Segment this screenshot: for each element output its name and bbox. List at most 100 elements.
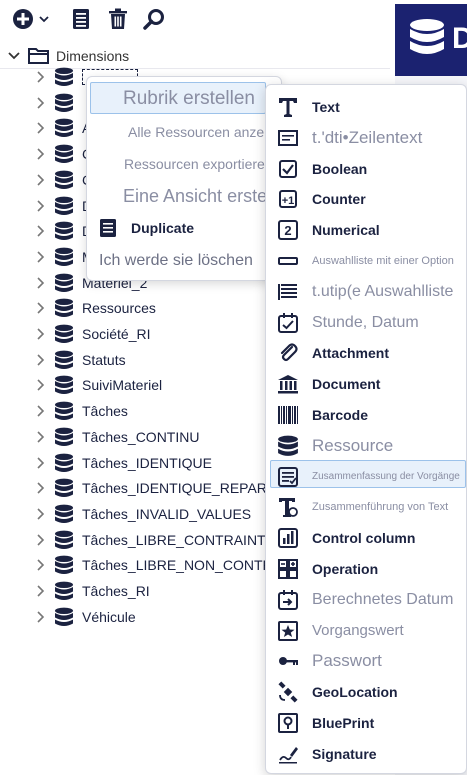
tree-item[interactable]: M <box>34 245 94 269</box>
tree-item[interactable]: Tâches_CONTINU <box>34 425 199 449</box>
add-dropdown-button[interactable] <box>12 6 52 32</box>
tree-item[interactable]: D <box>34 219 92 243</box>
database-icon <box>54 221 74 241</box>
field-type-submenu: Text t.'dti•Zeilentext Boolean +1 Counter 2 Nu… <box>265 84 467 774</box>
submenu-item-control-column[interactable]: Control column <box>266 524 466 552</box>
chevron-right-icon[interactable] <box>34 122 46 134</box>
tree-item[interactable] <box>34 91 82 115</box>
chevron-right-icon[interactable] <box>34 482 46 494</box>
chevron-right-icon[interactable] <box>34 225 46 237</box>
menu-item-export[interactable]: Ressourcen exportieren > <box>124 154 285 174</box>
database-icon <box>54 581 74 601</box>
tree-root-dimensions[interactable]: Dimensions <box>8 46 129 66</box>
search-button[interactable] <box>142 6 166 32</box>
summary-icon <box>277 466 299 488</box>
chevron-right-icon[interactable] <box>34 148 46 160</box>
chevron-right-icon[interactable] <box>34 405 46 417</box>
tree-item[interactable]: Tâches_LIBRE_NON_CONTRAIN <box>34 553 296 577</box>
submenu-item-berechnetes-datum[interactable]: Berechnetes Datum <box>266 586 466 614</box>
tree-item[interactable]: Tâches_RI <box>34 579 150 603</box>
submenu-item-text[interactable]: Text <box>266 93 466 121</box>
tree-item-label: Ressources <box>82 300 156 317</box>
tree-item[interactable]: Tâches <box>34 399 128 423</box>
submenu-item-label: Berechnetes Datum <box>312 590 454 608</box>
submenu-item-boolean[interactable]: Boolean <box>266 155 466 183</box>
submenu-item-operation[interactable]: Operation <box>266 555 466 583</box>
context-menu: Rubrik erstellen Alle Ressourcen anzeige… <box>86 76 295 281</box>
submenu-item-barcode[interactable]: Barcode <box>266 401 466 429</box>
submenu-item-stunde-datum[interactable]: Stunde, Datum <box>266 309 466 337</box>
menu-item-create-section[interactable]: Rubrik erstellen <box>123 87 255 111</box>
submenu-item-t-utip-e-auswahlliste[interactable]: t.utip(e Auswahlliste <box>266 278 466 306</box>
submenu-item-vorgangswert[interactable]: Vorgangswert <box>266 617 466 645</box>
tree-item[interactable]: A <box>34 116 91 140</box>
tree-item[interactable]: Ressources <box>34 296 156 320</box>
chevron-right-icon[interactable] <box>34 251 46 263</box>
submenu-item-document[interactable]: Document <box>266 370 466 398</box>
submenu-item-geolocation[interactable]: GeoLocation <box>266 678 466 706</box>
submenu-item-attachment[interactable]: Attachment <box>266 339 466 367</box>
submenu-item-numerical[interactable]: 2 Numerical <box>266 216 466 244</box>
chevron-right-icon[interactable] <box>34 508 46 520</box>
tree-item[interactable]: C <box>34 142 92 166</box>
tree-item[interactable]: D <box>34 194 92 218</box>
chevron-right-icon[interactable] <box>34 71 46 83</box>
submenu-item-zusammenfassung-der-vorg-nge[interactable]: Zusammenfassung der Vorgänge <box>266 463 466 491</box>
submenu-item-zusammenf-hrung-von-text[interactable]: Zusammenführung von Text <box>266 493 466 521</box>
database-icon <box>54 324 74 344</box>
submenu-item-label: Signature <box>312 745 377 762</box>
submenu-item-label: Vorgangswert <box>312 622 404 640</box>
tree-item[interactable]: Société_RI <box>34 322 150 346</box>
chevron-right-icon[interactable] <box>34 431 46 443</box>
bar-chart-icon <box>277 527 299 549</box>
chevron-right-icon[interactable] <box>34 534 46 546</box>
chevron-right-icon[interactable] <box>34 328 46 340</box>
chevron-right-icon[interactable] <box>34 379 46 391</box>
menu-item-duplicate[interactable]: Duplicate <box>99 217 194 239</box>
submenu-item-label: Counter <box>312 191 366 208</box>
star-box-icon <box>277 620 299 642</box>
submenu-item-t-dti-zeilentext[interactable]: t.'dti•Zeilentext <box>266 124 466 152</box>
submenu-item-ressource[interactable]: Ressource <box>266 432 466 460</box>
tree-item[interactable]: Tâches_INVALID_VALUES <box>34 502 251 526</box>
tree-root-label: Dimensions <box>56 48 130 64</box>
bank-building-icon <box>277 373 299 395</box>
chevron-right-icon[interactable] <box>34 277 46 289</box>
submenu-item-label: Boolean <box>312 160 368 177</box>
menu-item-delete[interactable]: Ich werde sie löschen <box>99 249 253 273</box>
chevron-right-icon[interactable] <box>34 302 46 314</box>
list-button[interactable] <box>70 6 92 32</box>
tree-item[interactable]: C <box>34 168 92 192</box>
chevron-right-icon[interactable] <box>34 585 46 597</box>
delete-button[interactable] <box>106 6 130 32</box>
chevron-right-icon[interactable] <box>34 611 46 623</box>
multiline-text-icon <box>277 127 299 149</box>
submenu-item-auswahlliste-mit-einer-option[interactable]: Auswahlliste mit einer Option <box>266 247 466 275</box>
database-icon <box>410 19 444 54</box>
tree-item-label: Tâches_IDENTIQUE <box>82 454 212 471</box>
tree-item[interactable]: Tâches_LIBRE_CONTRAINT <box>34 528 266 552</box>
submenu-item-signature[interactable]: Signature <box>266 740 466 768</box>
chevron-right-icon[interactable] <box>34 174 46 186</box>
chevron-right-icon[interactable] <box>34 559 46 571</box>
database-icon <box>54 67 74 87</box>
tree-item[interactable]: Tâches_IDENTIQUE_REPARTIT <box>34 476 288 500</box>
database-icon <box>54 118 74 138</box>
submenu-item-passwort[interactable]: Passwort <box>266 647 466 675</box>
chevron-right-icon[interactable] <box>34 354 46 366</box>
submenu-item-blueprint[interactable]: BluePrint <box>266 709 466 737</box>
tree-item[interactable]: Statuts <box>34 348 126 372</box>
signature-pen-icon <box>277 743 299 765</box>
submenu-item-counter[interactable]: +1 Counter <box>266 185 466 213</box>
folder-open-icon <box>28 48 49 64</box>
tree-item[interactable]: Tâches_IDENTIQUE <box>34 451 212 475</box>
chevron-down-icon[interactable] <box>8 51 20 61</box>
tree-item[interactable]: SuiviMateriel <box>34 373 162 397</box>
chevron-right-icon[interactable] <box>34 456 46 469</box>
database-icon <box>54 504 74 524</box>
chevron-right-icon[interactable] <box>34 97 46 109</box>
tree-item-label: SuiviMateriel <box>82 377 163 394</box>
trash-icon <box>109 8 127 29</box>
tree-item[interactable]: Véhicule <box>34 605 136 629</box>
chevron-right-icon[interactable] <box>34 199 46 212</box>
